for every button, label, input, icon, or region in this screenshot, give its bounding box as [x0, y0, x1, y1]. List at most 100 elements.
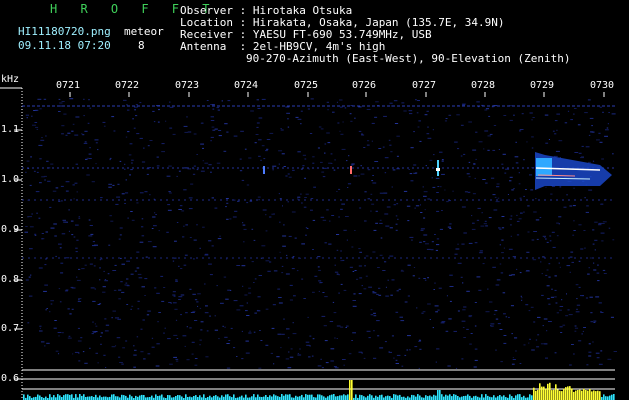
level-bar	[399, 394, 401, 400]
noise-speck	[334, 271, 339, 273]
noise-speck	[34, 233, 37, 235]
noise-speck	[196, 169, 199, 171]
noise-speck	[211, 245, 214, 247]
noise-speck	[77, 301, 82, 302]
noise-speck	[156, 156, 159, 158]
noise-speck	[562, 324, 566, 326]
noise-speck	[601, 158, 604, 160]
noise-speck	[287, 367, 292, 369]
level-bar	[225, 394, 227, 400]
noise-speck	[131, 219, 135, 221]
noise-speck	[152, 246, 157, 248]
noise-speck	[124, 163, 126, 165]
noise-speck	[396, 354, 401, 356]
noise-speck	[339, 130, 341, 132]
noise-speck	[260, 159, 262, 161]
noise-speck	[116, 337, 121, 339]
noise-speck	[331, 215, 335, 216]
noise-speck	[102, 121, 106, 123]
noise-speck	[588, 267, 590, 269]
noise-speck	[374, 161, 379, 162]
noise-speck	[548, 303, 551, 305]
noise-speck	[297, 151, 301, 153]
noise-speck	[253, 239, 256, 241]
noise-speck	[516, 268, 518, 270]
noise-speck	[134, 106, 138, 108]
noise-speck	[570, 251, 574, 253]
noise-speck	[453, 330, 457, 332]
noise-speck	[139, 102, 142, 104]
noise-speck	[141, 286, 145, 288]
noise-speck	[495, 284, 500, 286]
noise-speck	[239, 158, 242, 160]
noise-speck	[180, 294, 185, 296]
noise-speck	[373, 229, 377, 231]
noise-speck	[297, 118, 302, 120]
noise-speck	[519, 130, 522, 132]
noise-speck	[340, 250, 342, 252]
noise-speck	[291, 268, 295, 270]
noise-speck	[456, 114, 460, 116]
noise-speck	[75, 163, 78, 165]
noise-speck	[587, 99, 591, 101]
noise-speck	[463, 232, 467, 234]
noise-speck	[103, 125, 106, 127]
noise-speck	[527, 205, 530, 207]
noise-speck	[559, 309, 562, 311]
noise-speck	[109, 159, 111, 161]
noise-speck	[371, 122, 375, 124]
noise-speck	[530, 306, 534, 308]
noise-speck	[273, 270, 278, 272]
noise-speck	[457, 243, 459, 245]
noise-speck	[600, 203, 604, 205]
noise-speck	[304, 197, 307, 198]
noise-speck	[511, 333, 513, 335]
noise-speck	[52, 190, 57, 192]
noise-speck	[74, 351, 79, 353]
noise-speck	[593, 269, 597, 271]
noise-speck	[208, 263, 212, 265]
noise-speck	[589, 257, 592, 259]
noise-speck	[25, 114, 29, 116]
noise-speck	[84, 362, 88, 364]
noise-speck	[306, 344, 310, 346]
noise-speck	[347, 183, 352, 185]
noise-speck	[548, 276, 551, 278]
level-bar	[203, 394, 205, 400]
noise-speck	[80, 337, 83, 339]
noise-speck	[212, 108, 215, 110]
noise-speck	[338, 188, 341, 190]
noise-speck	[489, 301, 493, 303]
noise-speck	[473, 163, 476, 165]
noise-speck	[58, 353, 60, 355]
noise-speck	[281, 333, 285, 335]
noise-speck	[169, 192, 172, 194]
noise-speck	[495, 349, 497, 351]
noise-speck	[89, 225, 93, 226]
noise-speck	[513, 114, 515, 116]
noise-speck	[358, 130, 362, 132]
level-bar	[265, 395, 267, 400]
noise-speck	[584, 112, 588, 114]
noise-speck	[365, 255, 369, 257]
noise-speck	[513, 188, 515, 190]
noise-speck	[188, 208, 193, 210]
noise-speck	[545, 238, 547, 240]
noise-speck	[88, 153, 92, 155]
noise-speck	[373, 312, 376, 314]
noise-speck	[416, 307, 418, 309]
noise-speck	[111, 346, 116, 348]
noise-speck	[477, 207, 481, 209]
noise-speck	[346, 325, 349, 327]
noise-speck	[436, 238, 440, 240]
noise-speck	[400, 320, 405, 322]
noise-speck	[435, 177, 440, 179]
noise-speck	[350, 120, 353, 122]
noise-speck	[199, 339, 202, 341]
noise-speck	[161, 143, 165, 145]
noise-speck	[219, 235, 221, 237]
noise-speck	[468, 121, 472, 123]
level-bar	[375, 395, 377, 400]
noise-speck	[263, 158, 266, 160]
noise-speck	[341, 148, 346, 150]
